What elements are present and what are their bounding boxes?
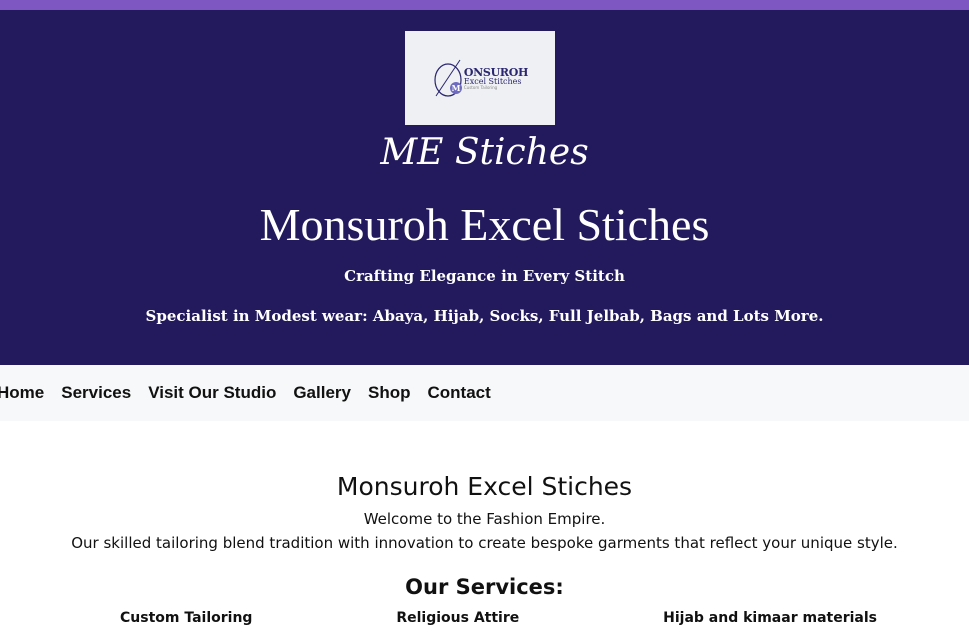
section-title: Monsuroh Excel Stiches xyxy=(336,472,633,501)
svg-text:M: M xyxy=(451,83,460,93)
nav-visit-studio[interactable]: Visit Our Studio xyxy=(148,383,276,403)
main-navigation: Home Services Visit Our Studio Gallery S… xyxy=(0,365,969,421)
hero-tagline: Crafting Elegance in Every Stitch xyxy=(344,267,625,285)
hero-header: M ONSUROH Excel Stitches Custom Tailorin… xyxy=(0,10,969,365)
logo-name: ONSUROH xyxy=(463,65,529,79)
services-list: Custom Tailoring Religious Attire Hijab … xyxy=(0,610,969,626)
hero-title: Monsuroh Excel Stiches xyxy=(259,199,710,250)
nav-shop[interactable]: Shop xyxy=(368,383,411,403)
main-content: Monsuroh Excel Stiches Welcome to the Fa… xyxy=(0,421,969,626)
services-heading: Our Services: xyxy=(405,575,564,599)
nav-home[interactable]: Home xyxy=(0,383,44,403)
nav-contact[interactable]: Contact xyxy=(427,383,490,403)
nav-gallery[interactable]: Gallery xyxy=(293,383,351,403)
brand-logo[interactable]: M ONSUROH Excel Stitches Custom Tailorin… xyxy=(405,31,555,125)
service-religious-attire: Religious Attire xyxy=(396,610,520,626)
script-brand-title: ME Stiches xyxy=(380,132,589,173)
top-accent-strip xyxy=(0,0,969,10)
nav-services[interactable]: Services xyxy=(61,383,131,403)
needle-thread-icon: M xyxy=(434,59,462,97)
welcome-text: Welcome to the Fashion Empire. xyxy=(363,510,606,528)
hero-specialist-text: Specialist in Modest wear: Abaya, Hijab,… xyxy=(145,307,824,325)
service-hijab-kimaar: Hijab and kimaar materials xyxy=(663,610,877,626)
service-custom-tailoring: Custom Tailoring xyxy=(120,610,253,626)
description-text: Our skilled tailoring blend tradition wi… xyxy=(71,534,898,552)
logo-mark: M ONSUROH Excel Stitches Custom Tailorin… xyxy=(432,56,528,100)
logo-small-tagline: Custom Tailoring xyxy=(463,84,498,90)
